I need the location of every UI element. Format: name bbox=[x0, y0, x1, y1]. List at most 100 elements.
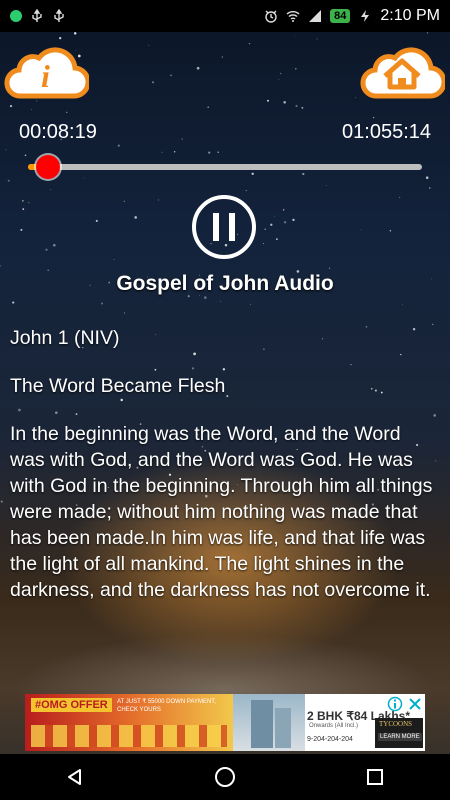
star-dot bbox=[248, 42, 251, 45]
star-dot bbox=[5, 149, 7, 151]
back-icon bbox=[68, 769, 81, 785]
adchoices-icon[interactable] bbox=[387, 696, 403, 712]
info-cloud-icon: i bbox=[4, 47, 91, 99]
star-dot bbox=[294, 35, 295, 37]
status-time: 2:10 PM bbox=[380, 7, 440, 24]
ad-phone: 9-204-204-204 bbox=[307, 736, 353, 743]
building-shape bbox=[251, 700, 273, 748]
star-dot bbox=[12, 301, 15, 304]
star-dot bbox=[204, 296, 207, 299]
star-dot bbox=[52, 243, 56, 247]
star-dot bbox=[355, 97, 357, 99]
star-dot bbox=[207, 106, 210, 109]
status-bar: 84 2:10 PM bbox=[0, 0, 450, 32]
star-dot bbox=[31, 109, 33, 110]
star-dot bbox=[22, 200, 24, 202]
star-dot bbox=[329, 267, 331, 269]
home-nav-button[interactable] bbox=[205, 757, 245, 797]
notification-dot-icon bbox=[10, 10, 22, 22]
seek-bar[interactable] bbox=[28, 155, 422, 179]
star-dot bbox=[316, 38, 318, 40]
star-dot bbox=[148, 44, 150, 46]
elapsed-time: 00:08:19 bbox=[19, 121, 97, 143]
star-dot bbox=[264, 228, 266, 230]
star-dot bbox=[360, 229, 362, 231]
star-dot bbox=[283, 209, 285, 211]
battery-level: 84 bbox=[330, 9, 351, 23]
star-dot bbox=[181, 138, 183, 140]
star-dot bbox=[22, 208, 25, 210]
close-icon[interactable] bbox=[407, 696, 423, 712]
app-screen: 84 2:10 PM i 00:08:19 01:055:14 Gospel o… bbox=[0, 0, 450, 800]
star-dot bbox=[278, 79, 280, 81]
charging-icon bbox=[361, 10, 370, 22]
star-dot bbox=[399, 196, 401, 198]
star-dot bbox=[266, 99, 270, 102]
scripture-content: John 1 (NIV) The Word Became Flesh In th… bbox=[10, 325, 440, 625]
star-dot bbox=[9, 105, 13, 108]
home-button[interactable] bbox=[359, 38, 447, 104]
star-dot bbox=[66, 111, 68, 113]
star-dot bbox=[196, 66, 200, 70]
star-dot bbox=[113, 259, 115, 260]
alarm-icon bbox=[265, 10, 277, 23]
ad-price-sub: Onwards (All Incl.) bbox=[309, 723, 359, 729]
ad-cta[interactable]: LEARN MORE bbox=[378, 733, 422, 741]
star-dot bbox=[217, 151, 219, 154]
cellular-signal-icon bbox=[309, 10, 322, 22]
ad-offer-label: #OMG OFFER bbox=[31, 698, 112, 712]
star-dot bbox=[0, 500, 3, 503]
star-dot bbox=[123, 312, 125, 314]
star-dot bbox=[28, 202, 30, 204]
star-dot bbox=[151, 81, 155, 84]
star-dot bbox=[402, 304, 403, 306]
star-dot bbox=[161, 151, 163, 153]
ad-building-image bbox=[233, 694, 305, 751]
star-dot bbox=[325, 185, 327, 186]
ad-brand: TYCOONS bbox=[379, 720, 413, 728]
ad-brand-panel: TYCOONS LEARN MORE bbox=[375, 718, 423, 748]
info-button[interactable]: i bbox=[3, 38, 91, 104]
total-duration: 01:055:14 bbox=[342, 121, 431, 143]
star-dot bbox=[20, 228, 23, 231]
star-dot bbox=[7, 179, 10, 182]
star-dot bbox=[0, 265, 1, 267]
star-dot bbox=[429, 187, 431, 189]
star-dot bbox=[283, 101, 287, 104]
star-dot bbox=[245, 190, 247, 192]
seek-thumb[interactable] bbox=[35, 155, 60, 179]
svg-text:i: i bbox=[41, 58, 50, 94]
star-dot bbox=[170, 74, 172, 77]
star-dot bbox=[270, 223, 273, 226]
scripture-text: In the beginning was the Word, and the W… bbox=[10, 423, 433, 601]
star-dot bbox=[24, 154, 27, 157]
star-dot bbox=[249, 303, 251, 305]
ad-right-panel: 2 BHK ₹84 Lakhs* Onwards (All Incl.) 9-2… bbox=[305, 694, 425, 751]
wifi-icon bbox=[286, 11, 300, 22]
recents-button[interactable] bbox=[355, 757, 395, 797]
back-button[interactable] bbox=[55, 757, 95, 797]
star-dot bbox=[123, 200, 125, 202]
star-dot bbox=[301, 106, 304, 109]
star-dot bbox=[389, 230, 392, 232]
seek-track bbox=[28, 164, 422, 170]
star-dot bbox=[101, 302, 103, 305]
star-dot bbox=[47, 269, 49, 272]
recents-icon bbox=[367, 769, 383, 785]
home-cloud-icon bbox=[360, 47, 447, 99]
star-dot bbox=[280, 72, 282, 75]
chapter-heading: John 1 (NIV) bbox=[10, 327, 120, 349]
star-dot bbox=[372, 116, 375, 119]
star-dot bbox=[157, 199, 159, 201]
star-dot bbox=[134, 216, 137, 219]
ad-offer-subtext: AT JUST ₹ 55000 DOWN PAYMENT, CHECK YOUR… bbox=[117, 699, 216, 713]
star-dot bbox=[45, 248, 48, 251]
ad-left-panel: #OMG OFFER AT JUST ₹ 55000 DOWN PAYMENT,… bbox=[25, 694, 233, 751]
usb-icon bbox=[32, 9, 42, 22]
ad-offer-graphic bbox=[31, 725, 227, 747]
building-shape bbox=[275, 708, 291, 748]
ad-banner[interactable]: #OMG OFFER AT JUST ₹ 55000 DOWN PAYMENT,… bbox=[25, 694, 425, 751]
star-dot bbox=[425, 176, 429, 179]
pause-button[interactable] bbox=[191, 194, 257, 260]
star-dot bbox=[117, 144, 120, 147]
